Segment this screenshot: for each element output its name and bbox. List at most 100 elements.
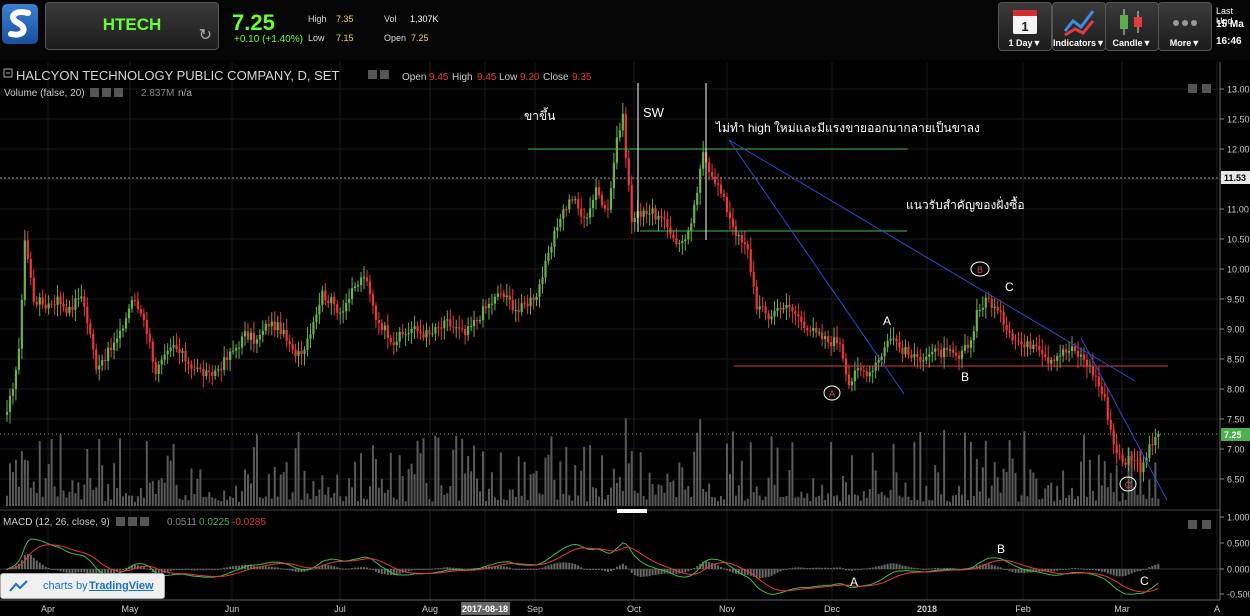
macd-histogram-bar [1050,569,1053,572]
macd-histogram-bar [1002,568,1005,570]
more-button[interactable]: More▼ [1158,2,1212,51]
settings-icon[interactable] [380,70,389,79]
candle-body [487,303,491,308]
volume-bar [812,478,815,506]
svg-text:High: High [452,72,473,83]
candle-body [104,360,107,362]
price-tick-label: 6.50 [1227,475,1245,485]
volume-bar [404,501,407,506]
candle-body [342,311,345,313]
macd-histogram-bar [407,569,410,572]
eye-icon[interactable] [368,70,377,79]
volume-bar [553,479,556,506]
volume-bar [526,499,529,506]
macd-histogram-bar [1145,568,1148,570]
candle-body [832,337,836,347]
volume-bar [50,438,53,506]
candle-body [728,211,732,219]
candle-body [130,300,134,309]
candle-body [368,281,372,295]
volume-bar [496,499,499,506]
volume-bar [916,499,919,506]
volume-bar [473,445,476,506]
symbol-box[interactable]: HTECH ↻ [45,2,219,50]
chart-type-button[interactable]: Candle▼ [1105,2,1159,51]
macd-histogram-bar [529,569,532,570]
volume-bar [166,455,169,506]
macd-histogram-bar [824,567,827,569]
tradingview-link[interactable]: TradingView [89,580,154,592]
candle-body [455,327,458,329]
volume-bar [868,489,871,506]
volume-bar [157,480,160,506]
volume-bar [949,501,952,506]
volume-bar [589,445,592,506]
volume-bar [484,500,487,506]
volume-bar [883,495,886,506]
settrade-logo-icon[interactable] [2,4,38,44]
volume-close-icon[interactable] [114,88,123,97]
macd-histogram-bar [276,567,279,569]
volume-bar [446,493,449,506]
interval-button[interactable]: 1 1 Day▼ [998,2,1052,51]
volume-bar [764,496,767,506]
candle-body [303,349,306,354]
macd-pane-down-icon[interactable] [1202,520,1211,529]
candle-body [431,333,434,335]
volume-bar [1112,492,1115,506]
volume-settings-icon[interactable] [102,88,111,97]
volume-bar [904,482,907,506]
candle-body [8,395,12,412]
macd-histogram-bar [993,565,996,569]
volume-bar [252,447,255,506]
macd-eye-icon[interactable] [116,517,125,526]
indicators-button[interactable]: Indicators▼ [1052,2,1106,51]
time-tick-label: Aug [422,604,438,614]
volume-bar [746,498,749,506]
wave-c-label: C [1005,280,1014,294]
macd-histogram-bar [342,568,345,570]
macd-histogram-bar [1017,569,1020,573]
pane-resize-handle[interactable] [617,509,647,513]
volume-bar [532,473,535,506]
macd-histogram-bar [166,569,169,573]
volume-bar [95,487,98,506]
volume-bar [705,491,708,506]
macd-histogram-bar [148,569,151,570]
indicators-label: Indicators▼ [1053,38,1105,48]
macd-histogram-bar [1103,569,1106,573]
candle-body [1023,344,1026,348]
candle-body [71,306,74,310]
tradingview-badge[interactable]: charts by TradingView [0,573,165,599]
macd-histogram-bar [696,566,699,569]
macd-close-icon[interactable] [140,517,149,526]
macd-settings-icon[interactable] [128,517,137,526]
macd-histogram-bar [1085,569,1088,570]
macd-histogram-bar [461,568,464,570]
volume-bar [1142,494,1145,506]
candle-body [589,208,592,218]
candle-body [1127,456,1130,465]
volume-bar [898,495,901,506]
candle-body [850,381,853,386]
refresh-icon[interactable]: ↻ [199,25,212,45]
pane-down-icon[interactable] [1202,84,1211,93]
candle-body [386,325,389,339]
pane-up-icon[interactable] [1188,84,1197,93]
volume-bar [365,499,368,506]
candle-body [35,301,38,305]
price-chart[interactable]: HALCYON TECHNOLOGY PUBLIC COMPANY, D, SE… [0,60,1250,616]
candle-body [315,314,318,323]
volume-eye-icon[interactable] [90,88,99,97]
macd-histogram-bar [80,569,83,572]
volume-bar [41,496,44,506]
macd-histogram-bar [714,564,717,569]
candle-body [913,354,916,358]
candle-body [687,230,690,240]
macd-histogram-bar [339,568,342,570]
macd-histogram-bar [59,569,62,572]
candle-body [1065,349,1068,353]
candle-body [648,213,651,215]
macd-pane-up-icon[interactable] [1188,520,1197,529]
macd-histogram-bar [410,569,413,571]
